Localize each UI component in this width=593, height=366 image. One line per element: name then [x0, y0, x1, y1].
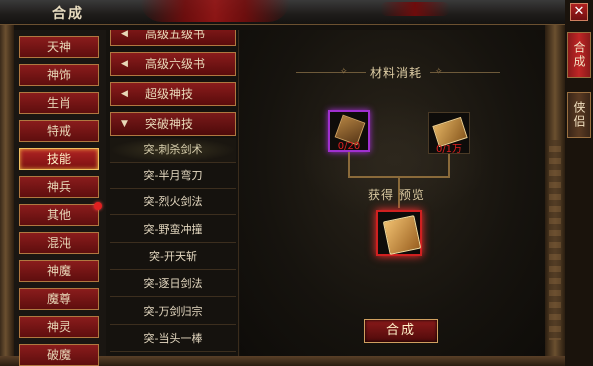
list-item[interactable]: 突-烈火剑法	[110, 190, 236, 215]
sub-header-label: 超级神技	[145, 87, 194, 101]
category-shenmo[interactable]: 神魔	[19, 260, 99, 282]
list-item[interactable]: 突-野蛮冲撞	[110, 218, 236, 243]
list-item[interactable]: 突-开天斩	[110, 245, 236, 270]
expand-arrow-icon: ▼	[121, 119, 128, 129]
notification-badge	[94, 202, 102, 210]
material-slot-1[interactable]: 0/20	[328, 110, 370, 152]
sub-header-advanced-6[interactable]: ◀ 高级六级书	[110, 52, 236, 76]
category-shenshi[interactable]: 神饰	[19, 64, 99, 86]
list-item[interactable]: 突-逐日剑法	[110, 272, 236, 297]
category-shengxiao[interactable]: 生肖	[19, 92, 99, 114]
subcategory-panel: ◀ 高级五级书 ◀ 高级六级书 ◀ 超级神技 ▼ 突破神技 突-刺杀剑术 突-半…	[106, 30, 239, 356]
title-divider-right	[430, 72, 500, 73]
sub-header-breakthrough-skill[interactable]: ▼ 突破神技	[110, 112, 236, 136]
crafting-window: 合成 天神 神饰 生肖 特戒 技能 神兵 其他 混沌 神魔 魔尊 神灵 破魔 ◀…	[0, 0, 593, 366]
tab-partner[interactable]: 侠侣	[567, 92, 591, 138]
category-hundun[interactable]: 混沌	[19, 232, 99, 254]
category-tianshen[interactable]: 天神	[19, 36, 99, 58]
title-bar[interactable]: 合成	[0, 0, 565, 25]
connector-line	[448, 154, 450, 176]
collapse-arrow-icon: ◀	[121, 59, 128, 69]
craft-button[interactable]: 合成	[364, 319, 438, 343]
connector-line	[348, 152, 350, 176]
crafting-main-panel: ✧ 材料消耗 ✧ 0/20 0/1万 获得 预览 合成	[240, 30, 545, 356]
title-ornament-right	[380, 2, 450, 16]
obtain-preview-label: 获得 预览	[368, 188, 425, 202]
sub-header-super-skill[interactable]: ◀ 超级神技	[110, 82, 236, 106]
sub-header-label: 高级五级书	[145, 30, 206, 41]
category-qita[interactable]: 其他	[19, 204, 99, 226]
scroll-icon	[382, 215, 422, 255]
category-shenbing[interactable]: 神兵	[19, 176, 99, 198]
category-panel: 天神 神饰 生肖 特戒 技能 神兵 其他 混沌 神魔 魔尊 神灵 破魔	[14, 30, 107, 366]
category-jineng[interactable]: 技能	[19, 148, 99, 170]
frame-ornament-pillar	[549, 140, 561, 340]
collapse-arrow-icon: ◀	[121, 30, 128, 39]
category-shenling[interactable]: 神灵	[19, 316, 99, 338]
material-count: 0/1万	[435, 144, 463, 155]
sub-header-label: 高级六级书	[145, 57, 206, 71]
list-item[interactable]: 突-万剑归宗	[110, 300, 236, 325]
category-pomo[interactable]: 破魔	[19, 344, 99, 366]
frame-border-left	[0, 0, 14, 366]
category-tejie[interactable]: 特戒	[19, 120, 99, 142]
window-title: 合成	[52, 6, 84, 22]
list-item[interactable]: 突-刺杀剑术	[110, 138, 236, 163]
sub-header-advanced-5[interactable]: ◀ 高级五级书	[110, 30, 236, 46]
close-button[interactable]: ✕	[570, 3, 588, 21]
title-ornament-left: ✧	[340, 67, 348, 77]
list-item[interactable]: 突-半月弯刀	[110, 164, 236, 189]
tab-craft[interactable]: 合成	[567, 32, 591, 78]
list-item[interactable]: 突-当头一棒	[110, 327, 236, 352]
title-ornament	[140, 0, 290, 22]
collapse-arrow-icon: ◀	[121, 89, 128, 99]
sub-header-label: 突破神技	[145, 117, 194, 131]
title-divider-left	[296, 72, 366, 73]
material-slot-2[interactable]: 0/1万	[428, 112, 470, 155]
result-slot[interactable]	[376, 210, 422, 256]
category-mozun[interactable]: 魔尊	[19, 288, 99, 310]
materials-title: 材料消耗	[370, 66, 423, 80]
material-count: 0/20	[337, 141, 361, 152]
